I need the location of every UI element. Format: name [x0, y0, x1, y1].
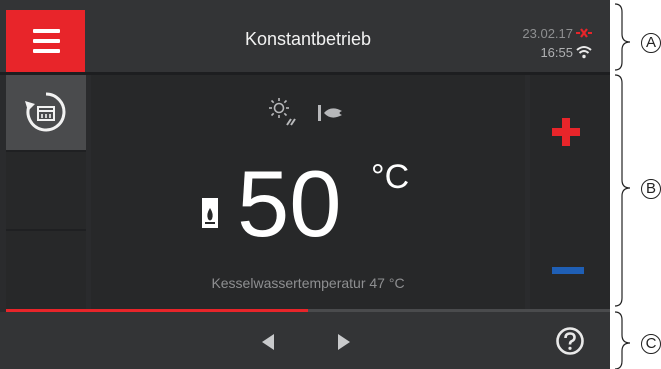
- time-program-button[interactable]: [6, 75, 86, 150]
- device-display: Konstantbetrieb 23.02.17 16:55 50 °C Kes…: [0, 0, 610, 369]
- header-bar: Konstantbetrieb 23.02.17 16:55: [0, 0, 610, 72]
- empty-slot: [6, 152, 86, 229]
- timer-program-icon: [25, 92, 66, 132]
- annotation-callouts: A B C: [610, 0, 661, 369]
- date-label: 23.02.17: [522, 26, 573, 41]
- wifi-icon: [576, 46, 592, 59]
- callout-a: A: [641, 33, 661, 53]
- question-circle-icon[interactable]: [555, 326, 585, 356]
- footer-bar: [0, 312, 610, 369]
- left-sidebar: [6, 75, 86, 309]
- callout-c: C: [641, 334, 661, 354]
- triangle-right-icon[interactable]: [330, 328, 358, 356]
- temperature-panel: 50 °C Kesselwassertemperatur 47 °C: [91, 75, 525, 309]
- decrease-button[interactable]: [530, 192, 610, 309]
- triangle-left-icon[interactable]: [254, 328, 282, 356]
- hot-water-tank-icon: [202, 198, 218, 228]
- increase-button[interactable]: [530, 75, 610, 192]
- temperature-value: 50: [237, 151, 342, 256]
- right-sidebar: [530, 75, 610, 309]
- page-title: Konstantbetrieb: [244, 29, 372, 49]
- callout-b: B: [641, 179, 661, 199]
- empty-slot: [6, 231, 86, 309]
- burner-flame-icon: [318, 105, 342, 121]
- boiler-water-temperature-label: Kesselwassertemperatur 47 °C: [211, 275, 405, 291]
- sun-mode-icon: [269, 98, 296, 126]
- connection-error-icon: [576, 28, 592, 38]
- menu-button[interactable]: [6, 10, 85, 72]
- temperature-unit: °C: [371, 158, 410, 196]
- time-label: 16:55: [540, 45, 573, 60]
